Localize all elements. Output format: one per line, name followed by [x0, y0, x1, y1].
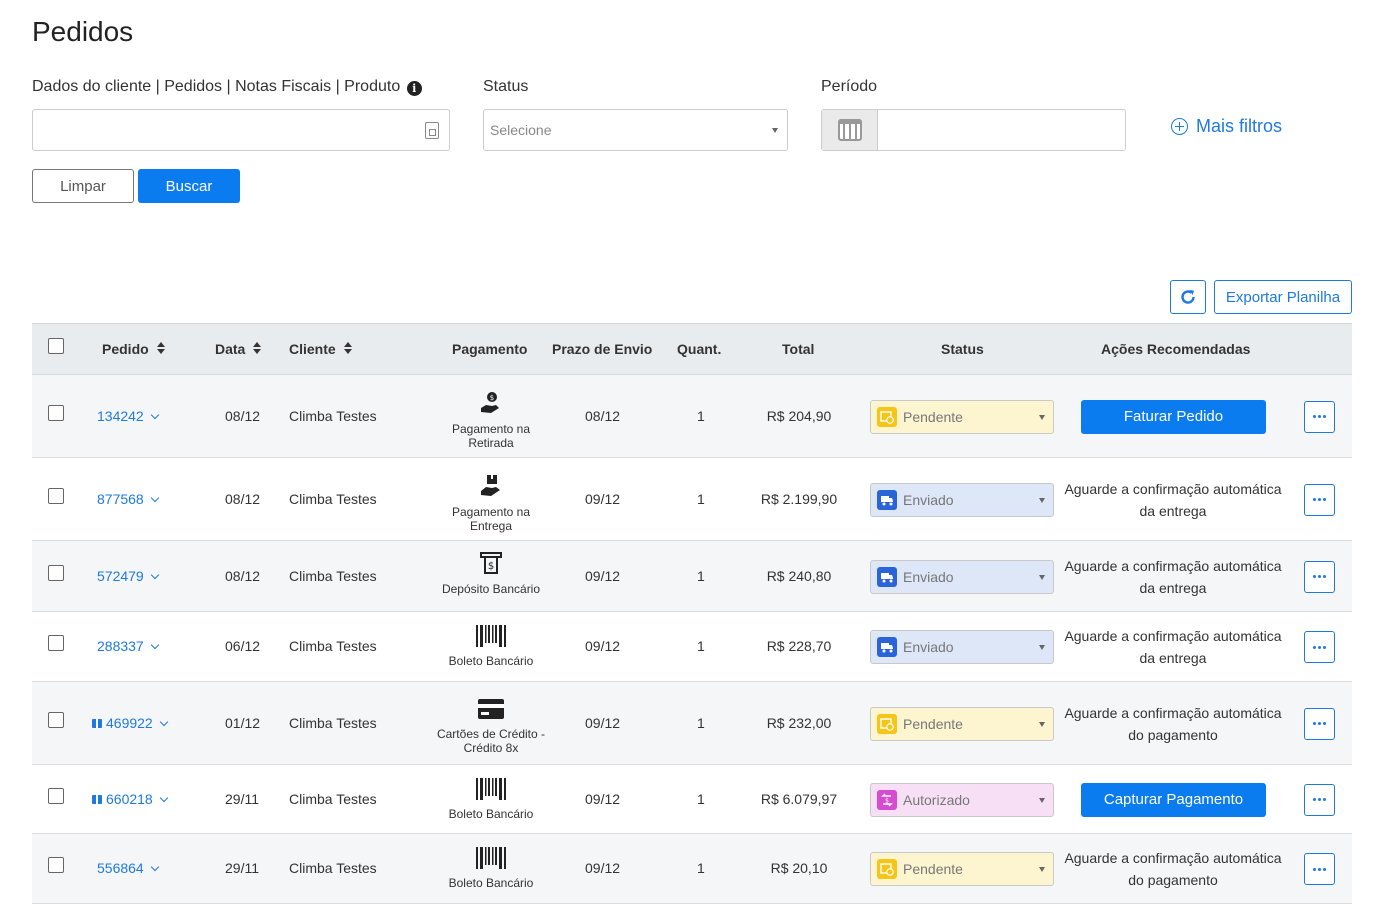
status-select[interactable]: Enviado [870, 630, 1054, 664]
status-select[interactable]: $ Autorizado [870, 782, 1054, 817]
more-options-button[interactable] [1304, 400, 1335, 433]
status-autorizado-icon: $ [877, 789, 897, 810]
select-all-checkbox[interactable] [48, 338, 64, 354]
status-enviado-icon [877, 489, 897, 510]
search-filter-label: Dados do cliente | Pedidos | Notas Fisca… [32, 78, 422, 96]
sort-icon [156, 342, 165, 355]
more-options-button[interactable] [1304, 783, 1335, 816]
status-select-placeholder: Selecione [490, 122, 552, 138]
refresh-button[interactable] [1170, 280, 1206, 314]
status-select[interactable]: Pendente [870, 852, 1054, 886]
status-pendente-icon [877, 859, 897, 879]
status-enviado-icon [877, 566, 897, 587]
more-options-button[interactable] [1304, 483, 1335, 516]
ellipsis-icon [1313, 498, 1316, 501]
caret-down-icon [1039, 797, 1045, 803]
header-order[interactable]: Pedido [102, 324, 165, 376]
svg-text:$: $ [490, 394, 494, 402]
status-select[interactable]: Enviado [870, 482, 1054, 517]
status-pendente-icon [877, 713, 897, 734]
svg-text:$: $ [885, 797, 889, 804]
header-client[interactable]: Cliente [289, 324, 352, 376]
caret-down-icon [1039, 721, 1045, 727]
more-filters-label: Mais filtros [1196, 116, 1283, 136]
recommended-action-button[interactable]: Capturar Pagamento [1081, 782, 1266, 817]
caret-down-icon [1039, 414, 1045, 420]
header-status: Status [941, 341, 984, 357]
header-total: Total [782, 341, 815, 357]
caret-down-icon [1039, 574, 1045, 580]
ellipsis-icon [1313, 867, 1316, 871]
recommended-action-button[interactable]: Faturar Pedido [1081, 399, 1266, 434]
clear-button[interactable]: Limpar [32, 169, 134, 203]
page-title: Pedidos [32, 16, 134, 47]
recommended-action-text: Aguarde a confirmação automática da entr… [1064, 557, 1282, 596]
period-date-picker[interactable] [821, 109, 1126, 151]
table-row: 134242 08/12 Climba Testes $ Pagamento na Re… [32, 375, 1352, 458]
header-qty: Quant. [677, 341, 722, 357]
period-filter-label: Período [821, 78, 878, 95]
caret-down-icon [772, 128, 778, 133]
ellipsis-icon [1313, 575, 1316, 578]
orders-table: Pedido Data Cliente Pagamento Prazo de E… [32, 323, 1352, 904]
search-input[interactable] [32, 109, 450, 151]
contact-card-icon [425, 122, 439, 139]
sort-icon [253, 342, 262, 355]
status-select[interactable]: Pendente [870, 399, 1054, 434]
table-row: 469922 01/12 Climba Testes Cartões de Crédi… [32, 682, 1352, 765]
status-select[interactable]: Selecione [483, 109, 788, 151]
refresh-icon [1181, 290, 1195, 304]
more-options-button[interactable] [1304, 631, 1335, 663]
caret-down-icon [1039, 497, 1045, 503]
table-row: 660218 29/11 Climba Testes Boleto Bancário 0… [32, 765, 1352, 834]
recommended-action-text: Aguarde a confirmação automática da entr… [1064, 480, 1282, 519]
calendar-icon [837, 119, 862, 141]
calendar-button[interactable] [822, 110, 878, 150]
more-filters-link[interactable]: Mais filtros [1171, 116, 1282, 137]
ellipsis-icon [1313, 415, 1316, 418]
table-row: 572479 08/12 Climba Testes $ Depósito Bancár… [32, 541, 1352, 612]
status-select[interactable]: Pendente [870, 706, 1054, 741]
export-spreadsheet-button[interactable]: Exportar Planilha [1214, 280, 1352, 314]
more-options-button[interactable] [1304, 707, 1335, 740]
status-filter-label: Status [483, 78, 529, 95]
status-select[interactable]: Enviado [870, 559, 1054, 594]
plus-circle-icon [1171, 118, 1188, 135]
table-body: 134242 08/12 Climba Testes $ Pagamento na Re… [32, 375, 1352, 904]
caret-down-icon [1039, 867, 1045, 872]
table-row: 288337 06/12 Climba Testes Boleto Bancário 0… [32, 612, 1352, 682]
header-actions: Ações Recomendadas [1101, 341, 1251, 357]
recommended-action-text: Aguarde a confirmação automática do paga… [1064, 704, 1282, 743]
more-options-button[interactable] [1304, 853, 1335, 885]
more-options-button[interactable] [1304, 560, 1335, 593]
period-input[interactable] [878, 110, 1125, 150]
table-row: 556864 29/11 Climba Testes Boleto Bancário 0… [32, 834, 1352, 904]
table-row: 877568 08/12 Climba Testes Pagamento na Ent… [32, 458, 1352, 541]
ellipsis-icon [1313, 645, 1316, 649]
caret-down-icon [1039, 645, 1045, 650]
ellipsis-icon [1313, 798, 1316, 801]
header-shipping: Prazo de Envio [552, 341, 653, 357]
recommended-action-text: Aguarde a confirmação automática do paga… [1064, 850, 1282, 888]
ellipsis-icon [1313, 722, 1316, 725]
recommended-action-text: Aguarde a confirmação automática da entr… [1064, 628, 1282, 666]
header-payment: Pagamento [452, 341, 528, 357]
header-date[interactable]: Data [215, 324, 262, 376]
info-icon[interactable]: i [406, 81, 422, 96]
status-pendente-icon [877, 406, 897, 427]
status-enviado-icon [877, 637, 897, 657]
search-button[interactable]: Buscar [138, 169, 240, 203]
table-header: Pedido Data Cliente Pagamento Prazo de E… [32, 323, 1352, 375]
sort-icon [343, 342, 352, 355]
